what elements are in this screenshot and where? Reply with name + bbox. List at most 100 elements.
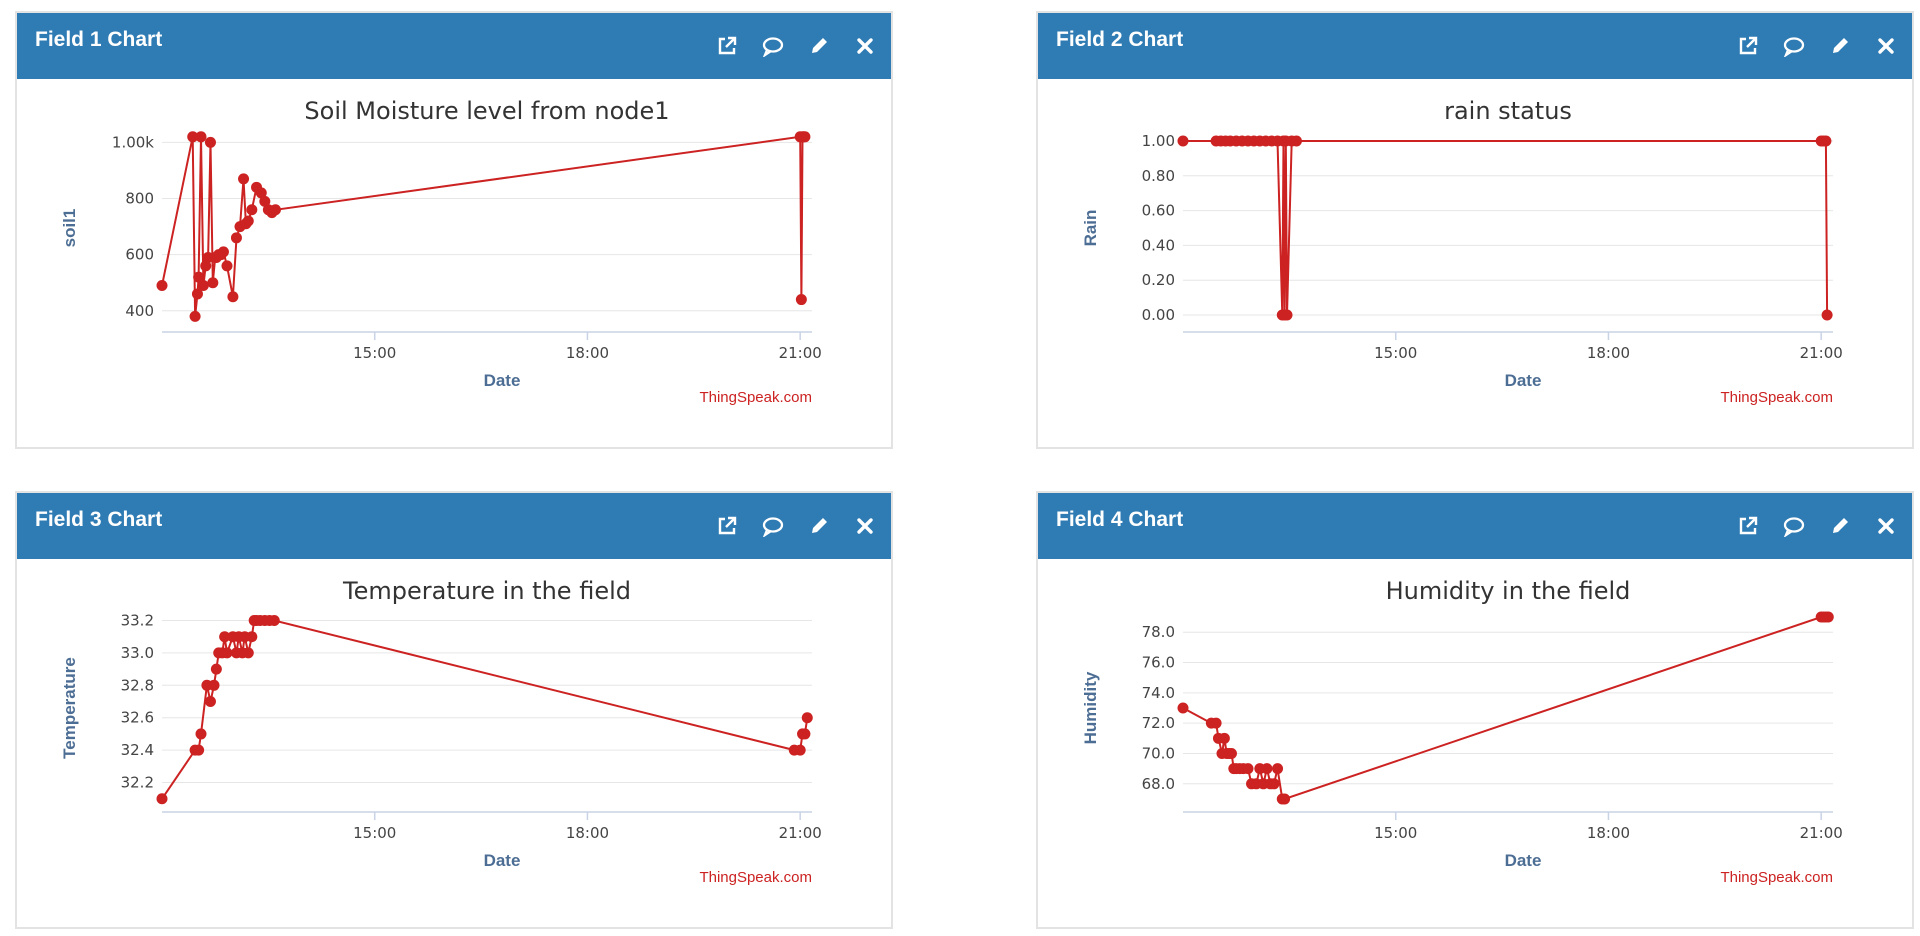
close-icon[interactable] (1874, 514, 1898, 538)
pencil-icon[interactable] (1828, 34, 1852, 58)
y-tick-label: 32.8 (121, 676, 154, 694)
data-point[interactable] (246, 204, 258, 216)
y-tick-label: 0.20 (1142, 271, 1175, 289)
data-point[interactable] (1822, 611, 1834, 623)
data-point[interactable] (1281, 309, 1293, 321)
data-point[interactable] (1261, 763, 1273, 775)
data-point[interactable] (1290, 135, 1302, 147)
pencil-icon[interactable] (1828, 514, 1852, 538)
data-point[interactable] (221, 260, 233, 272)
thingspeak-credit[interactable]: ThingSpeak.com (699, 389, 812, 406)
panel-toolbar (715, 514, 877, 538)
x-axis-title: Date (484, 371, 521, 390)
data-point[interactable] (230, 232, 242, 244)
field-3-chart: Temperature in the field 32.2 32.4 32.6 32.8… (60, 577, 822, 886)
x-axis-title: Date (484, 851, 521, 870)
x-tick-label: 15:00 (1374, 824, 1417, 842)
comment-icon[interactable] (1782, 34, 1806, 58)
data-point[interactable] (195, 728, 207, 740)
x-tick-label: 15:00 (1374, 344, 1417, 362)
chart-title: Temperature in the field (342, 577, 631, 605)
thingspeak-credit[interactable]: ThingSpeak.com (699, 869, 812, 886)
panel-toolbar (1736, 34, 1898, 58)
data-point[interactable] (1820, 135, 1832, 147)
comment-icon[interactable] (761, 34, 785, 58)
thingspeak-credit[interactable]: ThingSpeak.com (1720, 869, 1833, 886)
data-point[interactable] (156, 280, 168, 292)
data-point[interactable] (1225, 747, 1237, 759)
data-point[interactable] (1242, 763, 1254, 775)
data-point[interactable] (268, 614, 280, 626)
y-tick-label: 33.2 (121, 611, 154, 629)
close-icon[interactable] (1874, 34, 1898, 58)
y-tick-label: 33.0 (121, 644, 154, 662)
data-point[interactable] (208, 679, 220, 691)
data-point[interactable] (1177, 702, 1189, 714)
data-point[interactable] (795, 294, 807, 306)
data-point[interactable] (156, 793, 168, 805)
y-tick-label: 78.0 (1142, 623, 1175, 641)
data-point[interactable] (801, 712, 813, 724)
chart-area: Humidity in the field 68.0 70.0 72.0 74.0 76.… (1038, 559, 1912, 927)
chart-area: Soil Moisture level from node1 400 600 800 1… (17, 79, 891, 447)
data-point[interactable] (1821, 309, 1833, 321)
series-line (161, 619, 809, 800)
external-link-icon[interactable] (715, 34, 739, 58)
close-icon[interactable] (853, 514, 877, 538)
data-point[interactable] (238, 173, 250, 185)
y-tick-label: 76.0 (1142, 654, 1175, 672)
data-point[interactable] (269, 204, 281, 216)
data-point[interactable] (242, 215, 254, 227)
data-point[interactable] (189, 310, 201, 322)
data-point[interactable] (799, 728, 811, 740)
x-tick-label: 18:00 (566, 344, 609, 362)
y-tick-label: 1.00 (1142, 132, 1175, 150)
thingspeak-credit[interactable]: ThingSpeak.com (1720, 389, 1833, 406)
external-link-icon[interactable] (715, 514, 739, 538)
close-icon[interactable] (853, 34, 877, 58)
y-tick-label: 1.00k (112, 133, 154, 151)
data-point[interactable] (204, 136, 216, 148)
data-point[interactable] (246, 631, 258, 643)
pencil-icon[interactable] (807, 34, 831, 58)
y-tick-label: 32.2 (121, 774, 154, 792)
panel-header: Field 3 Chart (17, 493, 891, 559)
panel-title: Field 2 Chart (1056, 28, 1184, 51)
x-tick-label: 21:00 (779, 344, 822, 362)
data-point[interactable] (217, 246, 229, 258)
data-point[interactable] (799, 131, 811, 143)
y-tick-label: 72.0 (1142, 714, 1175, 732)
data-point[interactable] (207, 277, 219, 289)
field-1-chart-panel: Field 1 Chart Soil Moisture level from n… (15, 11, 893, 449)
panel-toolbar (1736, 514, 1898, 538)
data-point[interactable] (1218, 732, 1230, 744)
data-point[interactable] (210, 663, 222, 675)
comment-icon[interactable] (1782, 514, 1806, 538)
y-tick-label: 74.0 (1142, 684, 1175, 702)
field-4-chart: Humidity in the field 68.0 70.0 72.0 74.0 76.… (1081, 577, 1843, 886)
data-point[interactable] (1268, 778, 1280, 790)
data-point[interactable] (193, 744, 205, 756)
field-2-chart-panel: Field 2 Chart rain status 0.00 0.20 0.40 0.6… (1036, 11, 1914, 449)
data-point[interactable] (1272, 763, 1284, 775)
panel-title: Field 3 Chart (35, 508, 163, 531)
data-point[interactable] (195, 131, 207, 143)
data-point[interactable] (204, 696, 216, 708)
external-link-icon[interactable] (1736, 514, 1760, 538)
data-point[interactable] (227, 291, 239, 303)
panel-toolbar (715, 34, 877, 58)
data-point[interactable] (197, 280, 209, 292)
comment-icon[interactable] (761, 514, 785, 538)
external-link-icon[interactable] (1736, 34, 1760, 58)
field-4-chart-panel: Field 4 Chart Humidity in the field 68.0 7… (1036, 491, 1914, 929)
data-point[interactable] (1279, 793, 1291, 805)
panel-header: Field 4 Chart (1038, 493, 1912, 559)
data-point[interactable] (242, 647, 254, 659)
data-point[interactable] (221, 647, 233, 659)
pencil-icon[interactable] (807, 514, 831, 538)
data-point[interactable] (1210, 717, 1222, 729)
data-point[interactable] (794, 744, 806, 756)
data-point[interactable] (1177, 135, 1189, 147)
x-tick-label: 21:00 (1800, 344, 1843, 362)
y-axis-title: soil1 (60, 209, 79, 248)
